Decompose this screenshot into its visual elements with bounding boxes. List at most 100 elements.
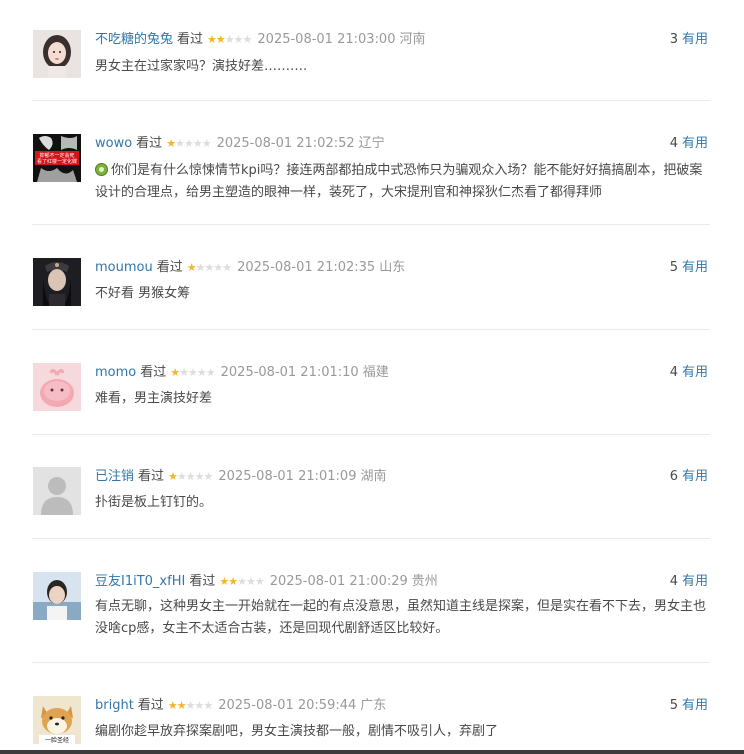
rating-stars: ★★★★★ (186, 258, 232, 278)
comment-item: moumou 看过 ★★★★★ 2025-08-01 21:02:35 山东 5 有用 不… (32, 225, 710, 330)
star-empty-icon: ★ (183, 137, 194, 150)
default-user-icon (33, 467, 81, 515)
watch-status: 看过 (138, 469, 165, 484)
comment-time: 2025-08-01 21:01:10 (220, 365, 359, 380)
comment-time: 2025-08-01 21:02:35 (237, 260, 376, 275)
star-empty-icon: ★ (195, 261, 206, 274)
star-empty-icon: ★ (175, 137, 185, 150)
watch-status: 看过 (137, 698, 164, 713)
comment-location: 湖南 (360, 469, 387, 484)
star-empty-icon: ★ (204, 261, 214, 274)
star-filled-icon: ★ (176, 699, 187, 712)
star-empty-icon: ★ (224, 33, 235, 46)
vote-count: 5 (669, 260, 678, 275)
star-filled-icon: ★ (168, 470, 178, 483)
watch-status: 看过 (156, 260, 183, 275)
username-link[interactable]: 已注销 (95, 469, 134, 484)
vote-area: 5 有用 (670, 696, 708, 716)
username-link[interactable]: wowo (95, 136, 132, 151)
comment-meta: 豆友I1iT0_xfHI 看过 ★★★★★ 2025-08-01 21:00:29 贵州… (95, 572, 708, 592)
vote-useful-button[interactable]: 有用 (682, 469, 708, 484)
avatar[interactable] (33, 363, 81, 411)
star-filled-icon: ★ (215, 33, 226, 46)
star-filled-icon: ★ (219, 575, 229, 588)
avatar[interactable]: 一脸圣经 (33, 696, 81, 744)
comment-item: 抑郁不一定会死 看了红楼一定化蝶 wowo 看过 ★★★★★ 2025-08-01 2… (32, 101, 710, 225)
vote-count: 6 (669, 469, 678, 484)
username-link[interactable]: momo (95, 365, 136, 380)
username-link[interactable]: 豆友I1iT0_xfHI (95, 574, 185, 589)
vote-useful-button[interactable]: 有用 (682, 698, 708, 713)
comment-text: 男女主在过家家吗？演技好差………. (95, 59, 308, 74)
star-empty-icon: ★ (205, 366, 216, 379)
star-empty-icon: ★ (196, 366, 207, 379)
username-link[interactable]: bright (95, 698, 134, 713)
star-filled-icon: ★ (207, 33, 217, 46)
watch-status: 看过 (189, 574, 216, 589)
comment-item: 已注销 看过 ★★★★★ 2025-08-01 21:01:09 湖南 6 有用 扑街是板… (32, 435, 710, 539)
avatar-caption: 看了红楼一定化蝶 (37, 158, 77, 165)
comment-location: 广东 (360, 698, 387, 713)
pink-creature-image (33, 363, 81, 411)
star-filled-icon: ★ (228, 575, 238, 588)
avatar-caption: 一脸圣经 (45, 736, 69, 744)
boy-portrait-image (33, 572, 81, 620)
vote-area: 3 有用 (670, 30, 708, 50)
avatar[interactable] (33, 258, 81, 306)
avatar[interactable] (33, 467, 81, 515)
comment-meta: 不吃糖的兔兔 看过 ★★★★★ 2025-08-01 21:03:00 河南 3 有用 (95, 30, 708, 50)
avatar[interactable] (33, 30, 81, 78)
comment-meta: wowo 看过 ★★★★★ 2025-08-01 21:02:52 辽宁 4 有用 (95, 134, 708, 154)
shiba-dog-image: 一脸圣经 (33, 696, 81, 744)
avatar-caption: 抑郁不一定会死 (39, 152, 74, 159)
star-filled-icon: ★ (166, 137, 176, 150)
rating-stars: ★★★★★ (170, 363, 216, 383)
kiwi-emoji-icon (95, 163, 108, 176)
comment-text: 不好看 男猴女筹 (95, 286, 191, 301)
vote-useful-button[interactable]: 有用 (682, 136, 708, 151)
vote-count: 3 (669, 32, 678, 47)
comment-location: 贵州 (411, 574, 438, 589)
comment-text: 有点无聊，这种男女主一开始就在一起的有点没意思，虽然知道主线是探案，但是实在看不… (95, 599, 707, 636)
username-link[interactable]: 不吃糖的兔兔 (95, 32, 173, 47)
vote-area: 4 有用 (670, 134, 708, 154)
comment-item: momo 看过 ★★★★★ 2025-08-01 21:01:10 福建 4 有用 难看，… (32, 330, 710, 435)
woman-portrait-image (33, 30, 81, 78)
vote-count: 5 (669, 698, 678, 713)
comment-text: 难看，男主演技好差 (95, 391, 213, 406)
vote-count: 4 (669, 574, 678, 589)
star-empty-icon: ★ (192, 137, 203, 150)
comment-text: 你们是有什么惊悚情节kpi吗？接连两部都拍成中式恐怖只为骗观众入场？能不能好好搞… (95, 160, 710, 204)
vote-useful-button[interactable]: 有用 (682, 260, 708, 275)
star-empty-icon: ★ (194, 699, 204, 712)
avatar[interactable]: 抑郁不一定会死 看了红楼一定化蝶 (33, 134, 81, 182)
star-empty-icon: ★ (213, 261, 223, 274)
vote-useful-button[interactable]: 有用 (682, 32, 708, 47)
rating-stars: ★★★★★ (207, 30, 253, 50)
vote-area: 4 有用 (670, 572, 708, 592)
costume-portrait-image (33, 258, 81, 306)
comment-item: 不吃糖的兔兔 看过 ★★★★★ 2025-08-01 21:03:00 河南 3 有用 男… (32, 0, 710, 101)
comment-time: 2025-08-01 21:00:29 (269, 574, 408, 589)
comment-time: 2025-08-01 21:01:09 (218, 469, 357, 484)
username-link[interactable]: moumou (95, 260, 153, 275)
star-filled-icon: ★ (167, 699, 178, 712)
comment-time: 2025-08-01 21:03:00 (257, 32, 396, 47)
watch-status: 看过 (177, 32, 204, 47)
comment-text: 扑街是板上钉钉的。 (95, 495, 213, 510)
vote-useful-button[interactable]: 有用 (682, 574, 708, 589)
vote-area: 4 有用 (670, 363, 708, 383)
comment-meta: 已注销 看过 ★★★★★ 2025-08-01 21:01:09 湖南 6 有用 (95, 467, 708, 487)
star-filled-icon: ★ (186, 261, 197, 274)
star-filled-icon: ★ (170, 366, 180, 379)
star-empty-icon: ★ (203, 699, 213, 712)
comment-meta: moumou 看过 ★★★★★ 2025-08-01 21:02:35 山东 5 有用 (95, 258, 708, 278)
comment-meta: momo 看过 ★★★★★ 2025-08-01 21:01:10 福建 4 有用 (95, 363, 708, 383)
comment-text: 编剧你趁早放弃探案剧吧，男女主演技都一般，剧情不吸引人，弃剧了 (95, 724, 499, 739)
comment-item: 一脸圣经 bright 看过 ★★★★★ 2025-08-01 20:59:44 广东 … (32, 663, 710, 750)
star-empty-icon: ★ (188, 366, 198, 379)
star-empty-icon: ★ (242, 33, 253, 46)
avatar[interactable] (33, 572, 81, 620)
star-empty-icon: ★ (179, 366, 189, 379)
vote-useful-button[interactable]: 有用 (682, 365, 708, 380)
